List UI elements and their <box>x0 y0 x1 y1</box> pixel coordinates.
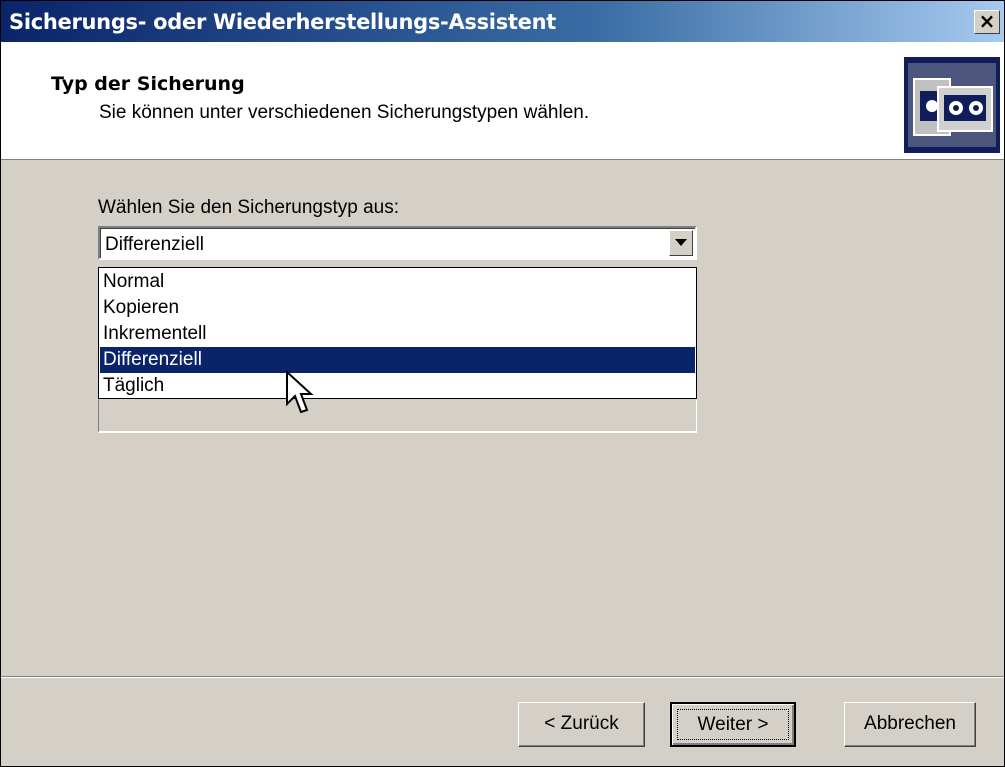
option-differenziell[interactable]: Differenziell <box>100 347 695 373</box>
cancel-button[interactable]: Abbrechen <box>844 702 976 747</box>
mouse-cursor-icon <box>286 370 314 414</box>
wizard-content: Wählen Sie den Sicherungstyp aus: Differ… <box>1 160 1004 676</box>
page-title: Typ der Sicherung <box>51 73 245 95</box>
chevron-down-icon <box>675 239 687 246</box>
page-subtitle: Sie können unter verschiedenen Sicherung… <box>99 102 590 123</box>
backup-type-label: Wählen Sie den Sicherungstyp aus: <box>98 197 400 218</box>
option-kopieren[interactable]: Kopieren <box>100 295 695 321</box>
option-taeglich[interactable]: Täglich <box>100 373 695 399</box>
close-button[interactable]: × <box>974 10 1000 34</box>
next-button[interactable]: Weiter > <box>670 702 796 747</box>
backup-type-combobox[interactable]: Differenziell <box>98 226 697 260</box>
window-title: Sicherungs- oder Wiederherstellungs-Assi… <box>9 10 556 34</box>
wizard-window: Sicherungs- oder Wiederherstellungs-Assi… <box>0 0 1005 767</box>
back-button[interactable]: < Zurück <box>518 702 645 747</box>
combobox-value: Differenziell <box>105 234 204 255</box>
backup-type-dropdown-list[interactable]: Normal Kopieren Inkrementell Differenzie… <box>98 267 697 399</box>
option-inkrementell[interactable]: Inkrementell <box>100 321 695 347</box>
close-icon: × <box>978 9 996 33</box>
option-normal[interactable]: Normal <box>100 269 695 295</box>
backup-tape-icon <box>904 57 1000 153</box>
button-separator <box>1 676 1004 678</box>
dropdown-button[interactable] <box>669 230 693 256</box>
wizard-header: Typ der Sicherung Sie können unter versc… <box>1 42 1004 160</box>
list-area <box>98 399 697 433</box>
title-bar[interactable]: Sicherungs- oder Wiederherstellungs-Assi… <box>1 1 1004 42</box>
focus-rect <box>677 709 789 740</box>
